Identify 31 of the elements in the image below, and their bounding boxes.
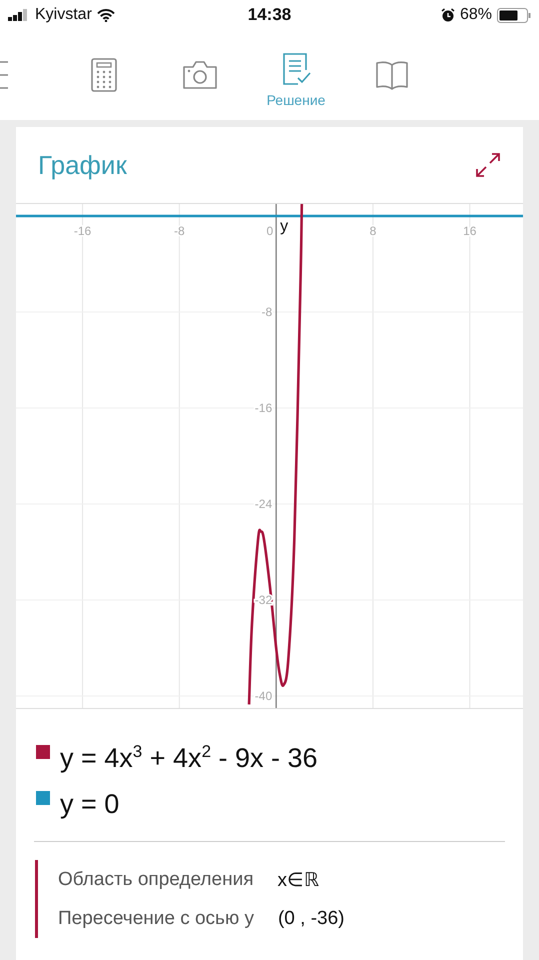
book-icon — [376, 60, 408, 90]
property-label: Пересечение с осью у — [58, 908, 254, 930]
wifi-icon — [96, 8, 115, 22]
document-check-icon — [281, 52, 311, 86]
card-title: График — [38, 150, 127, 180]
signal-icon — [8, 9, 30, 21]
clock-time: 14:38 — [248, 5, 292, 25]
battery-percent: 68% — [460, 6, 492, 24]
camera-icon — [182, 60, 218, 90]
property-value: (0 , -36) — [278, 908, 345, 930]
tick-label: 16 — [463, 224, 476, 238]
alarm-icon — [440, 8, 455, 22]
axis-label: y — [280, 218, 288, 235]
function-formula: y = 4x$^{3}$ + 4x$^{2}$ - 9x - 36 — [60, 742, 318, 774]
nav-tab[interactable]: Решение — [248, 30, 344, 120]
expand-icon[interactable] — [475, 152, 501, 178]
carrier-name: Kyivstar — [35, 6, 92, 24]
tick-label: -16 — [74, 224, 92, 238]
tick-label: 8 — [370, 224, 376, 238]
tick-label: -24 — [254, 497, 272, 511]
property-label: Область определения — [58, 868, 254, 890]
function-formula: y = 0 — [60, 788, 120, 820]
property-value: x∈ℝ — [277, 868, 319, 892]
tick-label: -16 — [254, 401, 272, 415]
tick-label: 0 — [266, 224, 274, 238]
battery-icon — [497, 8, 532, 22]
tick-label: -8 — [261, 305, 272, 319]
calculator-icon — [91, 58, 117, 92]
tick-label: -40 — [254, 689, 272, 703]
menu-icon — [0, 60, 10, 90]
tick-label: -8 — [174, 224, 185, 238]
